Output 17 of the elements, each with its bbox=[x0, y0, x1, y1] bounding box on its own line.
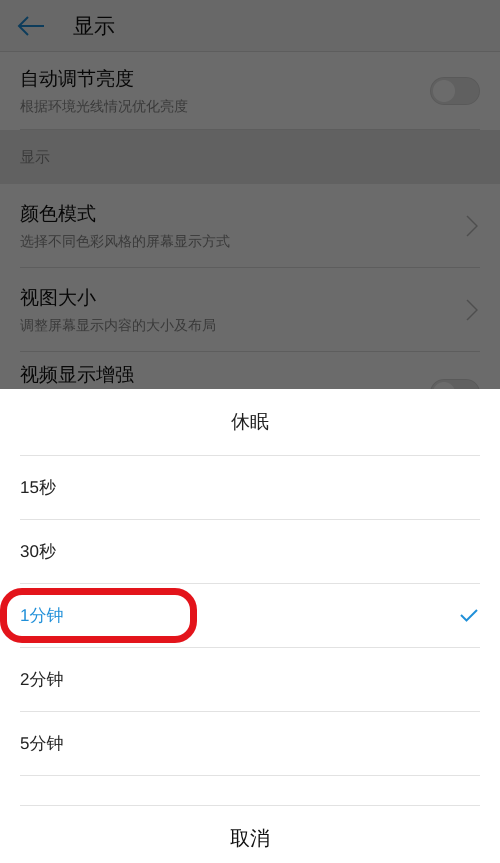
chevron-right-icon bbox=[466, 299, 478, 321]
setting-title: 视频显示增强 bbox=[20, 365, 135, 387]
setting-title: 颜色模式 bbox=[20, 203, 97, 227]
dialog-title: 休眠 bbox=[231, 411, 269, 435]
back-arrow-icon[interactable] bbox=[17, 14, 45, 36]
sleep-option[interactable]: 15秒 bbox=[20, 474, 56, 501]
chevron-right-icon bbox=[466, 215, 478, 237]
sleep-option[interactable]: 1分钟 bbox=[20, 602, 64, 629]
setting-title: 视图大小 bbox=[20, 287, 97, 311]
sleep-option[interactable]: 2分钟 bbox=[20, 666, 64, 693]
setting-title: 自动调节亮度 bbox=[20, 68, 135, 92]
sleep-option[interactable]: 5分钟 bbox=[20, 730, 64, 757]
cancel-button[interactable]: 取消 bbox=[0, 806, 500, 863]
page-title: 显示 bbox=[73, 14, 115, 40]
dim-overlay[interactable] bbox=[0, 0, 500, 389]
checkmark-icon bbox=[460, 609, 478, 622]
sleep-option[interactable]: 30秒 bbox=[20, 538, 56, 565]
